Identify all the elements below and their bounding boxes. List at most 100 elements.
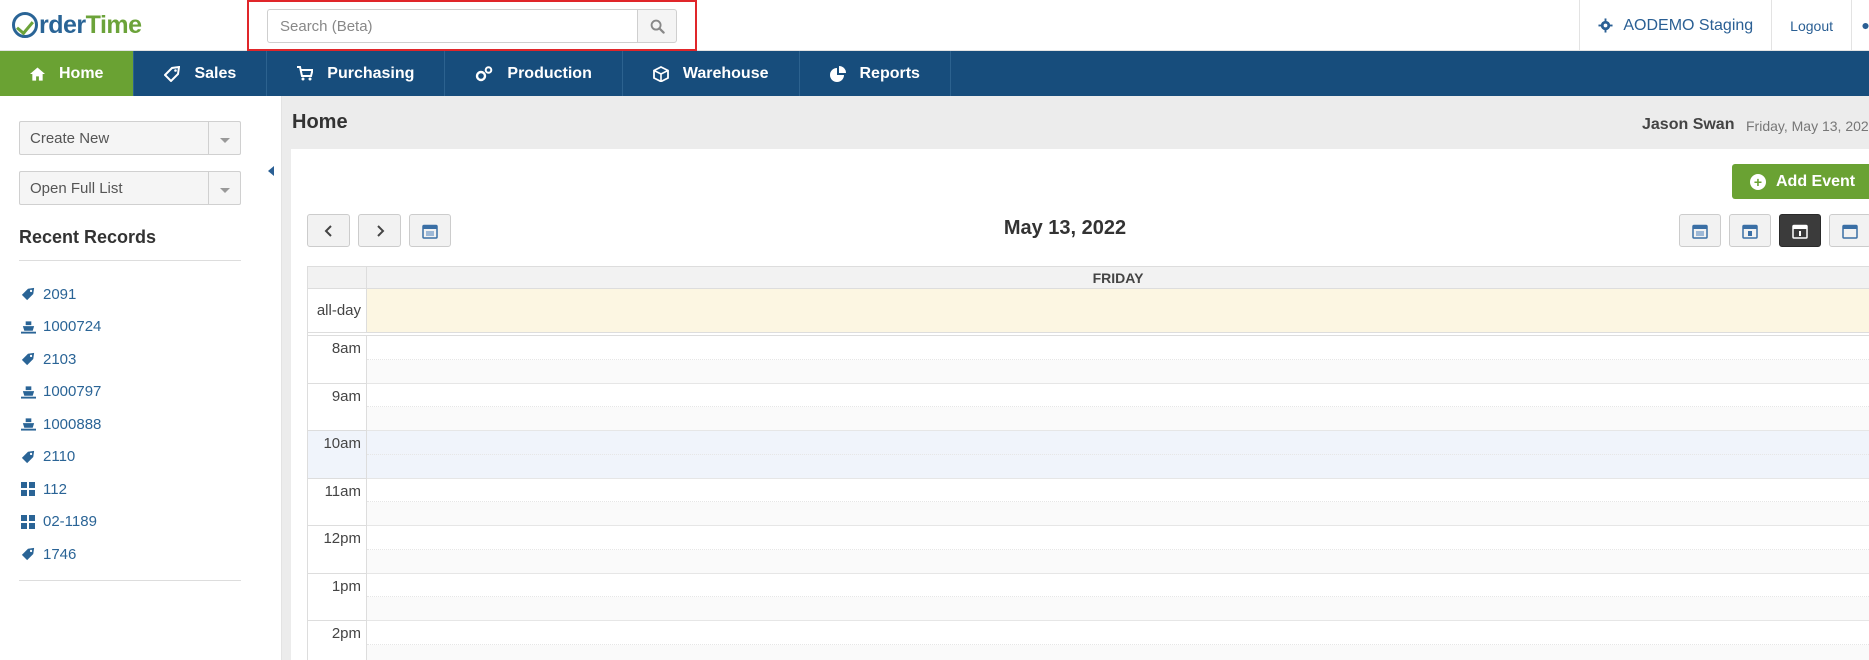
time-slot[interactable] <box>367 479 1869 503</box>
time-slot[interactable] <box>367 574 1869 598</box>
recent-record-item[interactable]: 1000888 <box>20 408 101 441</box>
month-calendar-icon <box>1692 224 1708 239</box>
add-event-button[interactable]: + Add Event <box>1732 164 1869 199</box>
recent-record-label[interactable]: 2103 <box>43 351 76 368</box>
time-slot-row: 8am <box>308 336 1869 384</box>
recent-record-item[interactable]: 1000797 <box>20 376 101 409</box>
recent-record-item[interactable]: 02-1189 <box>20 506 101 539</box>
tag-icon <box>20 287 36 301</box>
logo-text-time: Time <box>85 10 142 39</box>
day-header-row: FRIDAY <box>308 267 1869 289</box>
time-slot[interactable] <box>367 549 1869 574</box>
nav-reports-label: Reports <box>859 64 920 82</box>
recent-record-label[interactable]: 2110 <box>43 448 75 465</box>
nav-purchasing[interactable]: Purchasing <box>267 51 446 96</box>
time-slot-row: 10am <box>308 431 1869 479</box>
time-slot[interactable] <box>367 407 1869 431</box>
box-icon <box>652 65 669 82</box>
sidebar: Create New Open Full List Recent Records… <box>0 96 270 660</box>
recent-record-item[interactable]: 2091 <box>20 278 101 311</box>
chevron-down-icon[interactable] <box>208 122 240 154</box>
next-button[interactable] <box>358 214 401 247</box>
time-slot[interactable] <box>367 644 1869 660</box>
create-new-label: Create New <box>30 129 110 147</box>
recent-record-label[interactable]: 112 <box>43 481 67 498</box>
prev-button[interactable] <box>307 214 350 247</box>
tag-icon <box>20 450 36 464</box>
gears-icon <box>475 65 493 82</box>
logo-check-icon <box>12 12 38 38</box>
time-slot[interactable] <box>367 336 1869 360</box>
time-slot-row: 9am <box>308 383 1869 431</box>
nav-warehouse-label: Warehouse <box>682 64 769 82</box>
time-slot[interactable] <box>367 359 1869 384</box>
help-icon <box>1862 22 1869 29</box>
open-full-list-dropdown[interactable]: Open Full List <box>19 171 241 205</box>
agenda-view-button[interactable] <box>1829 214 1869 247</box>
recent-record-label[interactable]: 1746 <box>43 546 76 563</box>
day-calendar-icon <box>1792 224 1808 239</box>
nav-sales-label: Sales <box>194 64 237 82</box>
time-slot-label: 1pm <box>308 573 367 621</box>
chevron-down-icon[interactable] <box>208 172 240 204</box>
time-slot[interactable] <box>367 431 1869 455</box>
recent-record-item[interactable]: 2110 <box>20 441 101 474</box>
time-slot[interactable] <box>367 526 1869 550</box>
month-view-button[interactable] <box>1679 214 1721 247</box>
recent-record-label[interactable]: 02-1189 <box>43 513 97 530</box>
all-day-label: all-day <box>308 289 367 332</box>
logout-link[interactable]: Logout <box>1771 0 1851 51</box>
sidebar-collapse-strip[interactable] <box>268 96 282 660</box>
recent-record-item[interactable]: 1000724 <box>20 311 101 344</box>
recent-record-label[interactable]: 2091 <box>43 286 76 303</box>
nav-purchasing-label: Purchasing <box>327 64 415 82</box>
nav-reports[interactable]: Reports <box>800 51 951 96</box>
grid-icon <box>20 514 36 529</box>
divider <box>19 580 241 581</box>
create-new-dropdown[interactable]: Create New <box>19 121 241 155</box>
time-slot[interactable] <box>367 384 1869 408</box>
logout-label: Logout <box>1790 17 1833 34</box>
time-slot-row: 11am <box>308 478 1869 526</box>
cart-icon <box>297 66 314 81</box>
nav-warehouse[interactable]: Warehouse <box>623 51 800 96</box>
time-slot[interactable] <box>367 621 1869 645</box>
time-slot-label: 12pm <box>308 526 367 574</box>
today-button[interactable] <box>409 214 451 247</box>
time-slot[interactable] <box>367 454 1869 479</box>
recent-record-item[interactable]: 2103 <box>20 343 101 376</box>
nav-production[interactable]: Production <box>445 51 623 96</box>
chevron-right-icon <box>376 224 384 237</box>
ship-icon <box>20 385 36 399</box>
nav-home[interactable]: Home <box>0 51 135 96</box>
company-selector[interactable]: AODEMO Staging <box>1579 0 1771 51</box>
help-button[interactable] <box>1851 0 1869 51</box>
ship-icon <box>20 417 36 431</box>
company-name: AODEMO Staging <box>1623 16 1754 34</box>
time-slot[interactable] <box>367 502 1869 526</box>
recent-record-label[interactable]: 1000724 <box>43 318 101 335</box>
open-full-list-label: Open Full List <box>30 179 123 197</box>
recent-record-item[interactable]: 1746 <box>20 538 101 571</box>
chevron-left-icon <box>324 224 332 237</box>
day-view-button[interactable] <box>1779 214 1821 247</box>
time-slot-row: 1pm <box>308 573 1869 621</box>
recent-record-label[interactable]: 1000797 <box>43 383 101 400</box>
all-day-slot[interactable] <box>367 289 1869 332</box>
recent-records-heading: Recent Records <box>19 227 157 247</box>
main-nav: Home Sales Purchasing Production Warehou… <box>0 51 1869 96</box>
time-slot-label: 11am <box>308 478 367 526</box>
week-view-button[interactable] <box>1729 214 1771 247</box>
time-gutter-header <box>308 267 367 288</box>
page-title: Home <box>292 111 348 133</box>
nav-sales[interactable]: Sales <box>134 51 268 96</box>
time-slot[interactable] <box>367 597 1869 621</box>
calendar-title: May 13, 2022 <box>1003 217 1127 239</box>
time-slot-label: 8am <box>308 336 367 384</box>
nav-production-label: Production <box>507 64 592 82</box>
day-calendar-grid: FRIDAY all-day 8am 9am 10am 11am 12pm 1p… <box>307 266 1869 660</box>
ordertime-logo[interactable]: rder Time <box>12 8 142 42</box>
recent-record-label[interactable]: 1000888 <box>43 416 101 433</box>
recent-record-item[interactable]: 112 <box>20 473 101 506</box>
collapse-arrow-icon[interactable] <box>268 166 274 176</box>
